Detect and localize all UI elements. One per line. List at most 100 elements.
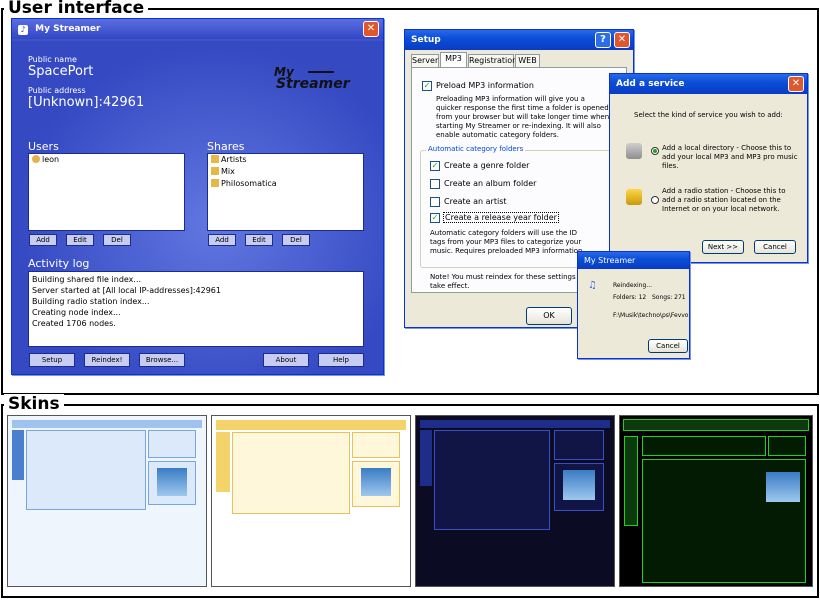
skin-sidebar bbox=[12, 430, 24, 480]
local-option-label[interactable]: Add a local directory - Choose this to a… bbox=[662, 144, 800, 171]
reindex-note: Note! You must reindex for these setting… bbox=[430, 273, 585, 290]
setup-button[interactable]: Setup bbox=[29, 353, 75, 367]
album-label: Create an album folder bbox=[444, 179, 537, 188]
logo-bottom: Streamer bbox=[276, 76, 350, 92]
skin-playlist bbox=[26, 430, 146, 510]
skin-preview-blue[interactable] bbox=[7, 415, 207, 587]
current-path: F:\Musik\techno\ps\Fevvo bbox=[613, 312, 689, 319]
skin-titlebar bbox=[12, 420, 202, 428]
release-year-checkbox[interactable]: ✓ bbox=[430, 213, 440, 223]
skin-playlist bbox=[434, 430, 550, 530]
section-title-skins: Skins bbox=[4, 394, 64, 414]
folder-icon bbox=[211, 155, 219, 163]
id-tags-description: Automatic category folders will use the … bbox=[430, 229, 585, 255]
skin-sidebar bbox=[420, 430, 432, 486]
skin-cover bbox=[352, 461, 400, 507]
skin-info bbox=[554, 430, 604, 460]
genre-label: Create a genre folder bbox=[444, 161, 530, 170]
log-line: Building radio station index... bbox=[32, 297, 150, 306]
album-checkbox[interactable] bbox=[430, 179, 440, 189]
ok-button[interactable]: OK bbox=[526, 307, 572, 325]
setup-title-bar[interactable]: Setup ? ✕ bbox=[405, 30, 633, 50]
public-address-value: [Unknown]:42961 bbox=[28, 95, 145, 110]
preload-description: Preloading MP3 information will give you… bbox=[436, 95, 610, 139]
preload-label: Preload MP3 information bbox=[436, 81, 534, 90]
close-icon[interactable]: ✕ bbox=[788, 76, 804, 92]
genre-checkbox[interactable]: ✓ bbox=[430, 161, 440, 171]
skin-titlebar bbox=[216, 420, 406, 430]
skin-info bbox=[352, 432, 400, 458]
preload-checkbox[interactable]: ✓ bbox=[422, 81, 432, 91]
close-icon[interactable]: ✕ bbox=[363, 21, 379, 37]
main-body: Public name SpacePort Public address [Un… bbox=[12, 41, 383, 374]
skin-cover bbox=[766, 472, 800, 502]
shares-edit-button[interactable]: Edit bbox=[245, 234, 273, 246]
about-button[interactable]: About bbox=[263, 353, 309, 367]
skin-preview-yellow[interactable] bbox=[211, 415, 411, 587]
service-cancel-button[interactable]: Cancel bbox=[754, 240, 796, 254]
list-item[interactable]: leon bbox=[29, 154, 184, 166]
tab-server[interactable]: Server bbox=[411, 54, 439, 67]
reindex-button[interactable]: Reindex! bbox=[84, 353, 130, 367]
skin-cover bbox=[554, 463, 604, 511]
reindex-cancel-button[interactable]: Cancel bbox=[648, 339, 688, 353]
tab-registration[interactable]: Registration bbox=[468, 54, 517, 67]
tab-web[interactable]: WEB bbox=[515, 54, 540, 67]
setup-title: Setup bbox=[411, 35, 441, 45]
close-icon[interactable]: ✕ bbox=[614, 32, 630, 48]
users-edit-button[interactable]: Edit bbox=[66, 234, 94, 246]
log-line: Building shared file index... bbox=[32, 275, 142, 284]
main-title-bar[interactable]: ♪ My Streamer ✕ bbox=[12, 19, 383, 39]
auto-category-label: Automatic category folders bbox=[426, 145, 526, 153]
folders-count: Folders: 12 bbox=[613, 294, 647, 301]
reindex-title-bar[interactable]: My Streamer bbox=[578, 252, 689, 269]
reindex-dialog: My Streamer ♫ Reindexing... Folders: 12 … bbox=[577, 251, 690, 359]
list-item[interactable]: Mix bbox=[208, 166, 363, 178]
users-del-button[interactable]: Del bbox=[103, 234, 131, 246]
artist-label: Create an artist bbox=[444, 197, 507, 206]
log-line: Creating node index... bbox=[32, 308, 121, 317]
skin-info bbox=[148, 430, 196, 458]
skin-preview-green[interactable] bbox=[619, 415, 813, 587]
service-prompt: Select the kind of service you wish to a… bbox=[634, 111, 783, 119]
list-item[interactable]: Artists bbox=[208, 154, 363, 166]
skin-sidebar bbox=[624, 436, 638, 526]
songs-count: Songs: 271 bbox=[652, 294, 686, 301]
public-name-label: Public name bbox=[28, 55, 77, 64]
reindex-title: My Streamer bbox=[584, 256, 636, 265]
list-item[interactable]: Philosomatica bbox=[208, 178, 363, 190]
radio-station-radio[interactable] bbox=[651, 196, 659, 204]
shares-add-button[interactable]: Add bbox=[208, 234, 236, 246]
artist-checkbox[interactable] bbox=[430, 197, 440, 207]
skin-info bbox=[768, 436, 806, 456]
help-icon[interactable]: ? bbox=[595, 32, 611, 48]
folder-icon bbox=[211, 167, 219, 175]
skin-sidebar bbox=[216, 432, 230, 492]
main-title: My Streamer bbox=[35, 24, 101, 34]
tab-mp3[interactable]: MP3 bbox=[440, 52, 467, 67]
public-address-label: Public address bbox=[28, 86, 86, 95]
log-line: Server started at [All local IP-addresse… bbox=[32, 286, 221, 295]
service-title-bar[interactable]: Add a service ✕ bbox=[610, 74, 807, 94]
folder-icon bbox=[211, 179, 219, 187]
next-button[interactable]: Next >> bbox=[702, 240, 744, 254]
reindex-status: Reindexing... bbox=[613, 282, 653, 289]
radio-option-label[interactable]: Add a radio station - Choose this to add… bbox=[662, 187, 800, 214]
user-icon bbox=[32, 155, 40, 163]
browse-button[interactable]: Browse... bbox=[139, 353, 185, 367]
users-add-button[interactable]: Add bbox=[29, 234, 57, 246]
radio-station-icon bbox=[626, 189, 642, 205]
shares-list[interactable]: Artists Mix Philosomatica bbox=[207, 153, 364, 231]
shares-del-button[interactable]: Del bbox=[282, 234, 310, 246]
activity-log[interactable]: Building shared file index... Server sta… bbox=[28, 271, 364, 347]
local-radio[interactable] bbox=[651, 147, 659, 155]
logo-underline bbox=[308, 71, 334, 73]
skin-preview-dark-blue[interactable] bbox=[415, 415, 615, 587]
public-name-value: SpacePort bbox=[28, 64, 94, 79]
shares-label: Shares bbox=[207, 140, 245, 153]
service-title: Add a service bbox=[616, 79, 685, 89]
skin-titlebar bbox=[623, 419, 809, 431]
add-service-dialog: Add a service ✕ Select the kind of servi… bbox=[609, 73, 808, 263]
help-button[interactable]: Help bbox=[318, 353, 364, 367]
users-list[interactable]: leon bbox=[28, 153, 185, 231]
